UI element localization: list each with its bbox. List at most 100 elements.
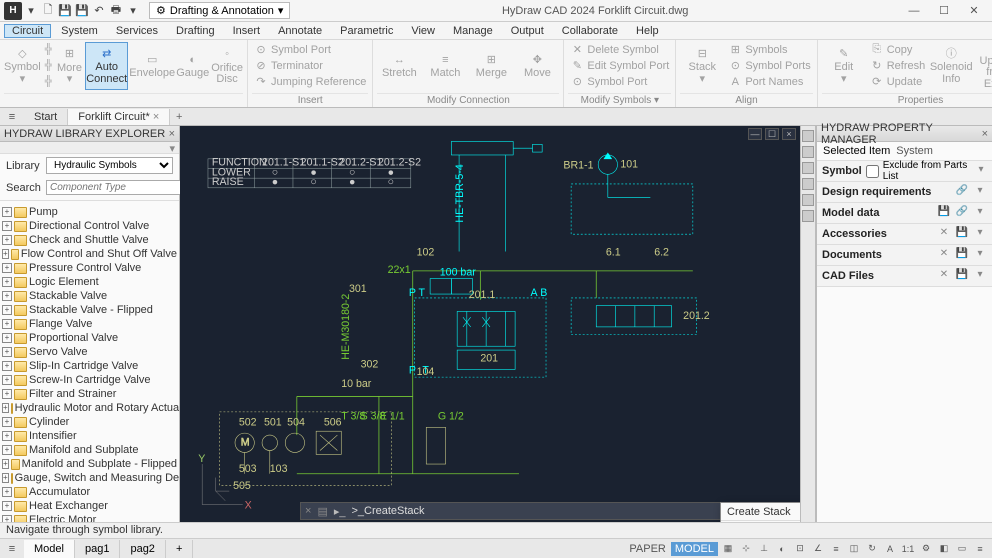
menu-view[interactable]: View	[403, 24, 443, 38]
save-icon[interactable]: 💾	[955, 227, 969, 241]
tree-node[interactable]: +Electric Motor	[0, 513, 179, 522]
symbol-port-button2[interactable]: ⊙Symbol Port	[568, 74, 671, 89]
chevron-down-icon[interactable]: ▾	[973, 185, 987, 199]
align-symbols-button[interactable]: ⊞Symbols	[726, 42, 812, 57]
expand-icon[interactable]: +	[2, 375, 12, 385]
menu-help[interactable]: Help	[628, 24, 667, 38]
save-icon[interactable]: 💾	[955, 269, 969, 283]
expand-icon[interactable]: +	[2, 389, 12, 399]
expand-icon[interactable]: +	[2, 403, 9, 413]
chevron-down-icon[interactable]: ▾	[973, 248, 987, 262]
tree-node[interactable]: +Accumulator	[0, 485, 179, 499]
auto-connect-button[interactable]: ⇄AutoConnect	[85, 42, 128, 90]
tree-node[interactable]: +Filter and Strainer	[0, 387, 179, 401]
qat-new-icon[interactable]: ▾	[23, 3, 39, 19]
library-tree[interactable]: +Pump+Directional Control Valve+Check an…	[0, 203, 179, 522]
symbol-port-button[interactable]: ⊙Symbol Port	[252, 42, 368, 57]
expand-icon[interactable]: +	[2, 333, 12, 343]
expand-icon[interactable]: +	[2, 347, 12, 357]
minimize-button[interactable]: —	[900, 2, 928, 20]
jumping-ref-button[interactable]: ↷Jumping Reference	[252, 74, 368, 89]
cycle-icon[interactable]: ↻	[864, 542, 880, 556]
vp-max-icon[interactable]: ☐	[765, 128, 779, 140]
model-label[interactable]: MODEL	[671, 542, 718, 556]
stretch-button[interactable]: ↔Stretch	[377, 42, 421, 90]
tree-node[interactable]: +Stackable Valve - Flipped	[0, 303, 179, 317]
expand-icon[interactable]: +	[2, 445, 12, 455]
align-ports-button[interactable]: ⊙Symbol Ports	[726, 58, 812, 73]
expand-icon[interactable]: +	[2, 291, 12, 301]
delete-icon[interactable]: ✕	[937, 227, 951, 241]
tree-node[interactable]: +Flange Valve	[0, 317, 179, 331]
menu-drafting[interactable]: Drafting	[168, 24, 223, 38]
snap-icon[interactable]: ⊹	[738, 542, 754, 556]
merge-button[interactable]: ⊞Merge	[469, 42, 513, 90]
tree-node[interactable]: +Stackable Valve	[0, 289, 179, 303]
stack-button[interactable]: ⊟Stack▾	[680, 42, 724, 90]
panel-close-icon[interactable]: ×	[169, 128, 175, 140]
match-button[interactable]: ≡Match	[423, 42, 467, 90]
menu-collaborate[interactable]: Collaborate	[554, 24, 626, 38]
orifice-button[interactable]: ◦Orifice Disc	[211, 42, 243, 90]
layout-hamburger[interactable]: ≡	[0, 543, 24, 555]
terminator-button[interactable]: ⊘Terminator	[252, 58, 368, 73]
add-layout-button[interactable]: +	[166, 540, 193, 558]
link-icon[interactable]: 🔗	[955, 185, 969, 199]
menu-output[interactable]: Output	[503, 24, 552, 38]
expand-icon[interactable]: +	[2, 263, 12, 273]
more-button[interactable]: ⊞More ▾	[56, 42, 83, 90]
menu-system[interactable]: System	[53, 24, 106, 38]
tree-node[interactable]: +Pump	[0, 205, 179, 219]
cmd-expand-icon[interactable]: ▤	[317, 505, 327, 518]
tree-node[interactable]: +Cylinder	[0, 415, 179, 429]
custom-icon[interactable]: ≡	[972, 542, 988, 556]
menu-services[interactable]: Services	[108, 24, 166, 38]
command-line[interactable]: × ▤ ▸_ >_CreateStack	[300, 502, 790, 520]
solenoid-info-button[interactable]: ⓘSolenoidInfo	[929, 42, 973, 90]
trans-icon[interactable]: ◫	[846, 542, 862, 556]
update-button[interactable]: ⟳Update	[868, 74, 928, 89]
tree-node[interactable]: +Logic Element	[0, 275, 179, 289]
tool-2[interactable]	[802, 146, 814, 158]
tool-6[interactable]	[802, 210, 814, 222]
qat-saveas-icon[interactable]: 💾	[74, 3, 90, 19]
tab-start[interactable]: Start	[24, 109, 68, 125]
maximize-button[interactable]: ☐	[930, 2, 958, 20]
qat-redo-icon[interactable]: 🖶	[108, 3, 124, 19]
align-portnames-button[interactable]: APort Names	[726, 74, 812, 89]
prop-section-2[interactable]: Accessories✕💾▾	[817, 224, 992, 244]
library-select[interactable]: Hydraulic Symbols	[46, 157, 173, 174]
scale-icon[interactable]: 1:1	[900, 542, 916, 556]
hamburger-icon[interactable]: ≡	[0, 111, 24, 123]
grid-icon[interactable]: ▦	[720, 542, 736, 556]
tree-node[interactable]: +Proportional Valve	[0, 331, 179, 345]
menu-parametric[interactable]: Parametric	[332, 24, 401, 38]
tree-node[interactable]: +Flow Control and Shut Off Valve	[0, 247, 179, 261]
small-btn-2[interactable]: ╬	[43, 58, 54, 73]
ortho-icon[interactable]: ⊥	[756, 542, 772, 556]
expand-icon[interactable]: +	[2, 473, 9, 483]
expand-icon[interactable]: +	[2, 487, 12, 497]
envelope-button[interactable]: ▭Envelope	[130, 42, 174, 90]
delete-icon[interactable]: ✕	[937, 269, 951, 283]
menu-circuit[interactable]: Circuit	[4, 24, 51, 38]
gear-icon[interactable]: ⚙	[918, 542, 934, 556]
chevron-down-icon[interactable]: ▾	[973, 206, 987, 220]
lw-icon[interactable]: ≡	[828, 542, 844, 556]
tree-node[interactable]: +Check and Shuttle Valve	[0, 233, 179, 247]
expand-icon[interactable]: +	[2, 207, 12, 217]
expand-icon[interactable]: +	[2, 515, 12, 522]
tab-model[interactable]: Model	[24, 540, 75, 558]
tree-node[interactable]: +Servo Valve	[0, 345, 179, 359]
menu-manage[interactable]: Manage	[445, 24, 501, 38]
tool-3[interactable]	[802, 162, 814, 174]
gauge-button[interactable]: ◐Gauge	[176, 42, 209, 90]
small-btn-3[interactable]: ╬	[43, 74, 54, 89]
tab-close-icon[interactable]: ×	[153, 111, 159, 123]
qat-undo-icon[interactable]: ↶	[91, 3, 107, 19]
anno-icon[interactable]: A	[882, 542, 898, 556]
expand-icon[interactable]: +	[2, 277, 12, 287]
chevron-down-icon[interactable]: ▾	[973, 227, 987, 241]
menu-annotate[interactable]: Annotate	[270, 24, 330, 38]
tab-forklift[interactable]: Forklift Circuit* ×	[68, 109, 170, 125]
